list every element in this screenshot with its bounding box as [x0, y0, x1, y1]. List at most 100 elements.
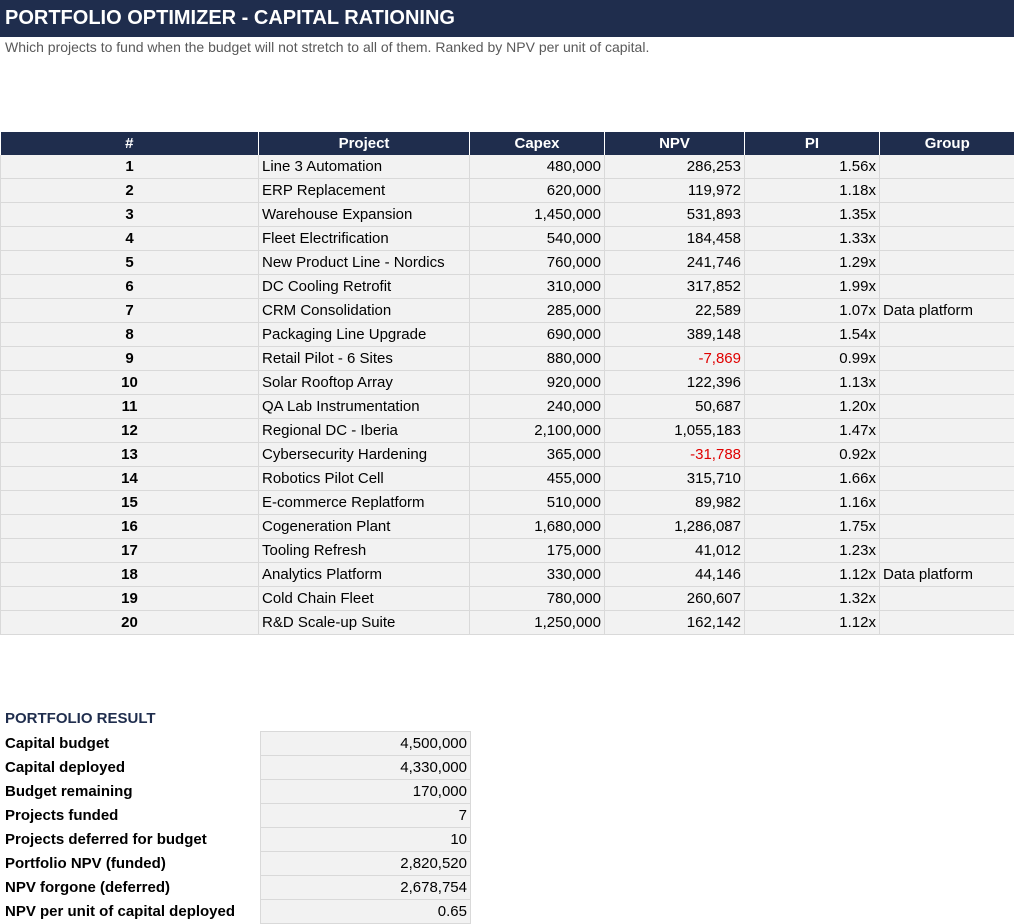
- cell-group[interactable]: [880, 203, 1014, 227]
- cell-group[interactable]: [880, 347, 1014, 371]
- cell-group[interactable]: Data platform: [880, 299, 1014, 323]
- cell-capex[interactable]: 240,000: [470, 395, 605, 419]
- cell-pi[interactable]: 0.92x: [745, 443, 880, 467]
- cell-pi[interactable]: 1.07x: [745, 299, 880, 323]
- cell-pi[interactable]: 1.66x: [745, 467, 880, 491]
- result-value[interactable]: 4,330,000: [261, 756, 471, 780]
- cell-npv[interactable]: 44,146: [605, 563, 745, 587]
- cell-group[interactable]: [880, 179, 1014, 203]
- cell-pi[interactable]: 1.23x: [745, 539, 880, 563]
- cell-capex[interactable]: 690,000: [470, 323, 605, 347]
- cell-num[interactable]: 16: [1, 515, 259, 539]
- cell-npv[interactable]: -7,869: [605, 347, 745, 371]
- cell-project[interactable]: Packaging Line Upgrade: [259, 323, 470, 347]
- cell-project[interactable]: Tooling Refresh: [259, 539, 470, 563]
- cell-num[interactable]: 14: [1, 467, 259, 491]
- cell-num[interactable]: 19: [1, 587, 259, 611]
- cell-capex[interactable]: 310,000: [470, 275, 605, 299]
- cell-capex[interactable]: 780,000: [470, 587, 605, 611]
- cell-npv[interactable]: 260,607: [605, 587, 745, 611]
- result-value[interactable]: 2,678,754: [261, 876, 471, 900]
- cell-pi[interactable]: 1.12x: [745, 611, 880, 635]
- column-header-group[interactable]: Group: [880, 132, 1014, 155]
- cell-npv[interactable]: 241,746: [605, 251, 745, 275]
- cell-npv[interactable]: 122,396: [605, 371, 745, 395]
- cell-group[interactable]: [880, 587, 1014, 611]
- cell-pi[interactable]: 1.32x: [745, 587, 880, 611]
- result-value[interactable]: 4,500,000: [261, 732, 471, 756]
- cell-num[interactable]: 3: [1, 203, 259, 227]
- cell-capex[interactable]: 920,000: [470, 371, 605, 395]
- cell-group[interactable]: [880, 155, 1014, 179]
- cell-num[interactable]: 10: [1, 371, 259, 395]
- column-header-capex[interactable]: Capex: [470, 132, 605, 155]
- cell-group[interactable]: [880, 539, 1014, 563]
- cell-pi[interactable]: 1.29x: [745, 251, 880, 275]
- cell-project[interactable]: Fleet Electrification: [259, 227, 470, 251]
- cell-pi[interactable]: 1.54x: [745, 323, 880, 347]
- cell-npv[interactable]: -31,788: [605, 443, 745, 467]
- cell-project[interactable]: Robotics Pilot Cell: [259, 467, 470, 491]
- cell-capex[interactable]: 510,000: [470, 491, 605, 515]
- cell-num[interactable]: 15: [1, 491, 259, 515]
- cell-group[interactable]: Data platform: [880, 563, 1014, 587]
- cell-npv[interactable]: 184,458: [605, 227, 745, 251]
- cell-group[interactable]: [880, 443, 1014, 467]
- cell-num[interactable]: 7: [1, 299, 259, 323]
- cell-num[interactable]: 4: [1, 227, 259, 251]
- cell-project[interactable]: QA Lab Instrumentation: [259, 395, 470, 419]
- cell-group[interactable]: [880, 611, 1014, 635]
- cell-pi[interactable]: 1.16x: [745, 491, 880, 515]
- cell-pi[interactable]: 1.56x: [745, 155, 880, 179]
- cell-project[interactable]: Analytics Platform: [259, 563, 470, 587]
- cell-project[interactable]: Cold Chain Fleet: [259, 587, 470, 611]
- cell-capex[interactable]: 540,000: [470, 227, 605, 251]
- cell-project[interactable]: Line 3 Automation: [259, 155, 470, 179]
- result-value[interactable]: 0.65: [261, 900, 471, 924]
- cell-capex[interactable]: 880,000: [470, 347, 605, 371]
- cell-npv[interactable]: 119,972: [605, 179, 745, 203]
- cell-num[interactable]: 8: [1, 323, 259, 347]
- cell-capex[interactable]: 285,000: [470, 299, 605, 323]
- cell-capex[interactable]: 1,680,000: [470, 515, 605, 539]
- cell-capex[interactable]: 365,000: [470, 443, 605, 467]
- cell-npv[interactable]: 1,286,087: [605, 515, 745, 539]
- cell-project[interactable]: DC Cooling Retrofit: [259, 275, 470, 299]
- cell-pi[interactable]: 1.20x: [745, 395, 880, 419]
- cell-num[interactable]: 17: [1, 539, 259, 563]
- cell-group[interactable]: [880, 491, 1014, 515]
- cell-project[interactable]: Regional DC - Iberia: [259, 419, 470, 443]
- cell-num[interactable]: 20: [1, 611, 259, 635]
- cell-group[interactable]: [880, 251, 1014, 275]
- cell-capex[interactable]: 455,000: [470, 467, 605, 491]
- cell-group[interactable]: [880, 419, 1014, 443]
- cell-pi[interactable]: 1.35x: [745, 203, 880, 227]
- cell-project[interactable]: Cogeneration Plant: [259, 515, 470, 539]
- cell-group[interactable]: [880, 395, 1014, 419]
- cell-capex[interactable]: 1,250,000: [470, 611, 605, 635]
- cell-num[interactable]: 13: [1, 443, 259, 467]
- cell-pi[interactable]: 1.47x: [745, 419, 880, 443]
- cell-npv[interactable]: 315,710: [605, 467, 745, 491]
- cell-npv[interactable]: 41,012: [605, 539, 745, 563]
- column-header-pi[interactable]: PI: [745, 132, 880, 155]
- cell-npv[interactable]: 89,982: [605, 491, 745, 515]
- cell-project[interactable]: CRM Consolidation: [259, 299, 470, 323]
- result-value[interactable]: 7: [261, 804, 471, 828]
- cell-group[interactable]: [880, 371, 1014, 395]
- cell-group[interactable]: [880, 275, 1014, 299]
- cell-project[interactable]: Cybersecurity Hardening: [259, 443, 470, 467]
- cell-group[interactable]: [880, 467, 1014, 491]
- cell-project[interactable]: New Product Line - Nordics: [259, 251, 470, 275]
- cell-group[interactable]: [880, 323, 1014, 347]
- cell-capex[interactable]: 175,000: [470, 539, 605, 563]
- cell-num[interactable]: 5: [1, 251, 259, 275]
- cell-capex[interactable]: 330,000: [470, 563, 605, 587]
- cell-capex[interactable]: 2,100,000: [470, 419, 605, 443]
- cell-group[interactable]: [880, 515, 1014, 539]
- cell-npv[interactable]: 50,687: [605, 395, 745, 419]
- result-value[interactable]: 10: [261, 828, 471, 852]
- cell-project[interactable]: Solar Rooftop Array: [259, 371, 470, 395]
- cell-pi[interactable]: 1.75x: [745, 515, 880, 539]
- cell-project[interactable]: Retail Pilot - 6 Sites: [259, 347, 470, 371]
